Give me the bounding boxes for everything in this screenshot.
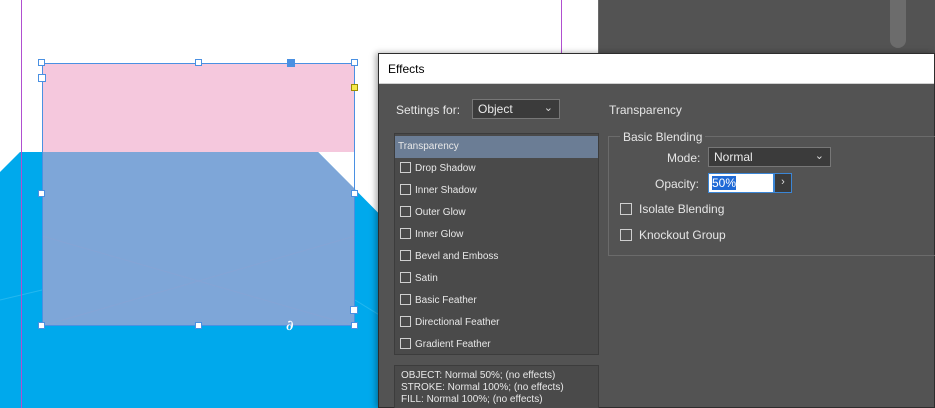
effect-checkbox[interactable] [400,338,411,349]
summary-line: FILL: Normal 100%; (no effects) [401,394,543,405]
basic-blending-title: Basic Blending [620,130,706,144]
opacity-label: Opacity: [655,177,700,191]
selection-frame[interactable] [42,63,355,326]
effect-item-label: Gradient Feather [415,339,491,350]
effect-item-label: Inner Glow [415,229,464,240]
effect-item-drop-shadow[interactable]: Drop Shadow [395,158,598,180]
opacity-input[interactable]: 50% [708,173,774,193]
dialog-title: Effects [388,62,425,76]
effects-list: Transparency Drop Shadow Inner Shadow Ou… [394,133,599,355]
selection-handle[interactable] [38,322,45,329]
effect-item-transparency[interactable]: Transparency [395,136,598,158]
dialog-titlebar[interactable]: Effects [379,54,934,84]
selection-handle[interactable] [287,59,295,67]
isolate-blending-checkbox[interactable] [620,203,632,215]
summary-line: OBJECT: Normal 50%; (no effects) [401,370,556,381]
effect-item-label: Transparency [398,141,459,152]
anchored-object-icon[interactable]: ∂ [286,318,293,334]
knockout-group-label: Knockout Group [639,228,726,242]
effect-item-directional-feather[interactable]: Directional Feather [395,312,598,334]
effects-dialog: Effects Settings for: Object ⌄ Transpare… [378,53,935,408]
panel-scrollbar[interactable] [890,0,906,48]
effect-item-label: Outer Glow [415,207,466,218]
section-title: Transparency [609,103,682,117]
pasteboard-panel [598,0,935,60]
selection-handle[interactable] [351,59,358,66]
isolate-blending-label: Isolate Blending [639,202,725,216]
effect-checkbox[interactable] [400,250,411,261]
effect-item-bevel-and-emboss[interactable]: Bevel and Emboss [395,246,598,268]
mode-label: Mode: [667,151,701,165]
selection-handle[interactable] [195,59,202,66]
effect-checkbox[interactable] [400,316,411,327]
corner-option-handle[interactable] [351,84,358,91]
effect-item-label: Drop Shadow [415,163,476,174]
effect-checkbox[interactable] [400,206,411,217]
effect-item-label: Satin [415,273,438,284]
selection-handle[interactable] [351,322,358,329]
selection-handle[interactable] [38,190,45,197]
effect-item-label: Directional Feather [415,317,500,328]
settings-for-value: Object [478,102,513,116]
effect-item-label: Inner Shadow [415,185,477,196]
settings-for-select[interactable]: Object ⌄ [472,99,560,119]
settings-for-label: Settings for: [396,103,461,117]
summary-line: STROKE: Normal 100%; (no effects) [401,382,564,393]
selection-handle[interactable] [38,74,46,82]
selection-handle[interactable] [350,306,358,314]
blend-mode-select[interactable]: Normal ⌄ [708,147,831,167]
page-margin-guide [21,0,22,408]
effect-checkbox[interactable] [400,294,411,305]
effect-item-gradient-feather[interactable]: Gradient Feather [395,334,598,356]
effect-item-basic-feather[interactable]: Basic Feather [395,290,598,312]
chevron-right-icon: › [781,176,785,188]
selection-handle[interactable] [351,190,358,197]
effect-item-inner-glow[interactable]: Inner Glow [395,224,598,246]
effect-item-label: Basic Feather [415,295,477,306]
effects-summary: OBJECT: Normal 50%; (no effects) STROKE:… [394,365,599,408]
effect-checkbox[interactable] [400,184,411,195]
selection-handle[interactable] [195,322,202,329]
effect-item-outer-glow[interactable]: Outer Glow [395,202,598,224]
effect-item-label: Bevel and Emboss [415,251,499,262]
effect-item-satin[interactable]: Satin [395,268,598,290]
knockout-group-checkbox[interactable] [620,229,632,241]
chevron-down-icon: ⌄ [543,102,553,114]
selection-handle[interactable] [38,59,45,66]
opacity-value: 50% [712,176,737,190]
opacity-slider-button[interactable]: › [774,173,792,193]
chevron-down-icon: ⌄ [814,150,824,162]
effect-item-inner-shadow[interactable]: Inner Shadow [395,180,598,202]
blend-mode-value: Normal [714,150,753,164]
effect-checkbox[interactable] [400,162,411,173]
effect-checkbox[interactable] [400,272,411,283]
effect-checkbox[interactable] [400,228,411,239]
